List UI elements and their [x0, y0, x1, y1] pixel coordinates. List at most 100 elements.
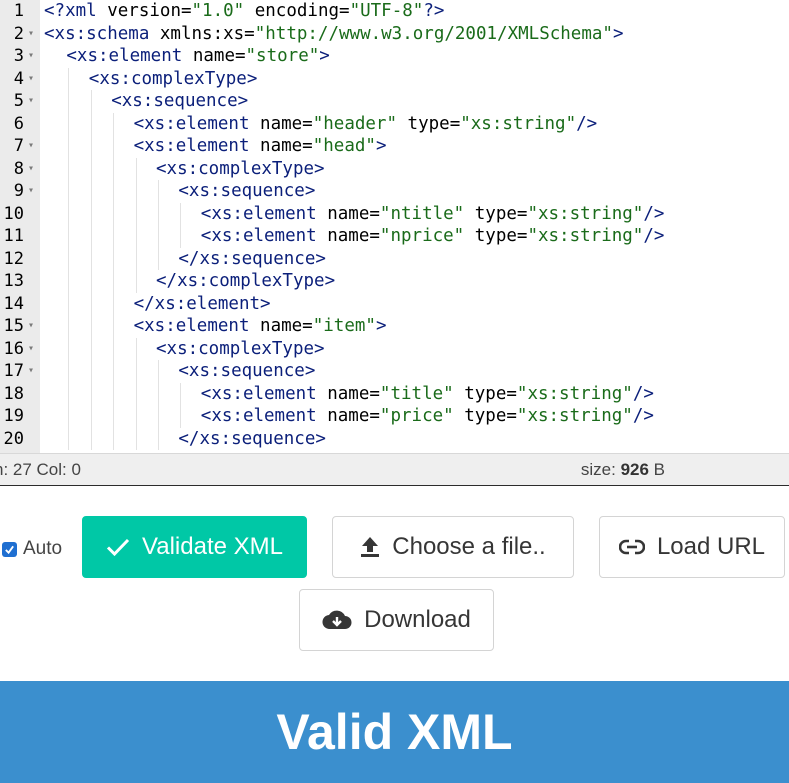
indent-guide [180, 225, 182, 248]
indent-guide [90, 90, 92, 113]
code-token: <xs:element [133, 316, 250, 336]
code-token: "xs:string" [516, 383, 633, 404]
code-line[interactable]: 20 </xs:sequence> [0, 427, 789, 450]
line-number: 17 [3, 361, 24, 381]
code-token: <xs:element [66, 46, 183, 66]
code-text: <xs:complexType> [156, 338, 325, 361]
status-bar: n: 27 Col: 0 size: 926 B [0, 453, 789, 486]
code-token: "ntitle" [379, 203, 465, 224]
load-url-button[interactable]: Load URL [599, 516, 785, 578]
file-size: size: 926 B [581, 460, 665, 480]
indent-guide [135, 157, 137, 180]
code-token: name= [316, 226, 380, 246]
indent-guide [113, 225, 115, 248]
fold-toggle-icon[interactable]: ▾ [28, 135, 34, 158]
code-line[interactable]: 13 </xs:complexType> [0, 270, 789, 293]
code-token: > [319, 46, 330, 66]
code-token: <?xml [44, 1, 97, 21]
validate-xml-button[interactable]: Validate XML [82, 516, 307, 578]
code-token: encoding= [244, 1, 350, 21]
indent-guide [113, 112, 115, 135]
line-number: 6 [13, 113, 24, 134]
indent-guide [113, 405, 115, 428]
code-token: "UTF-8" [349, 1, 424, 21]
code-token: <xs:element [133, 113, 250, 134]
indent-guide [113, 202, 115, 225]
code-text: <xs:schema xmlns:xs="http://www.w3.org/2… [44, 23, 624, 46]
cloud-download-icon [322, 609, 352, 631]
fold-toggle-icon[interactable]: ▾ [28, 90, 34, 113]
choose-file-button[interactable]: Choose a file.. [332, 516, 574, 578]
code-token: "store" [245, 46, 320, 66]
code-line[interactable]: 8 ▾ <xs:complexType> [0, 157, 789, 181]
line-number: 5 [13, 91, 24, 111]
code-line[interactable]: 11 <xs:element name="nprice" type="xs:str… [0, 225, 789, 248]
code-token: <xs:element [200, 383, 317, 404]
code-token: name= [249, 136, 313, 156]
code-text: <xs:complexType> [89, 68, 258, 91]
code-token: <xs:element [200, 203, 317, 224]
fold-toggle-icon[interactable]: ▾ [28, 338, 34, 361]
code-token: <xs:element [200, 226, 317, 246]
code-line[interactable]: 12 </xs:sequence> [0, 247, 789, 270]
line-number: 3 [13, 46, 24, 66]
upload-icon [360, 536, 380, 558]
line-number: 20 [3, 428, 24, 449]
code-text: <xs:element name="item"> [134, 315, 387, 338]
fold-toggle-icon[interactable]: ▾ [28, 158, 34, 181]
code-line[interactable]: 2 ▾ <xs:schema xmlns:xs="http://www.w3.org… [0, 23, 789, 46]
file-size-value: 926 [620, 460, 649, 479]
line-number: 19 [3, 406, 24, 426]
download-button[interactable]: Download [299, 589, 494, 651]
code-line[interactable]: 9 ▾ <xs:sequence> [0, 180, 789, 203]
code-line[interactable]: 14 </xs:element> [0, 292, 789, 315]
code-token: type= [464, 203, 528, 224]
code-line[interactable]: 1 <?xml version="1.0" encoding="UTF-8"?> [0, 0, 789, 23]
code-line[interactable]: 10 <xs:element name="ntitle" type="xs:str… [0, 202, 789, 225]
code-line[interactable]: 19 <xs:element name="price" type="xs:stri… [0, 405, 789, 428]
indent-guide [158, 427, 159, 450]
code-line[interactable]: 17 ▾ <xs:sequence> [0, 360, 789, 383]
indent-guide [135, 225, 137, 248]
code-token: /> [632, 406, 654, 426]
fold-toggle-icon[interactable]: ▾ [28, 315, 34, 338]
code-line[interactable]: 18 <xs:element name="title" type="xs:stri… [0, 382, 789, 405]
line-number: 7 [13, 136, 24, 156]
indent-guide [113, 427, 115, 450]
indent-guide [90, 360, 92, 383]
code-token: </xs:element> [133, 293, 271, 314]
code-line[interactable]: 6 <xs:element name="header" type="xs:stri… [0, 112, 789, 136]
code-line[interactable]: 4 ▾ <xs:complexType> [0, 67, 789, 91]
xml-editor[interactable]: 1 <?xml version="1.0" encoding="UTF-8"?> 2… [0, 0, 789, 453]
code-text: <xs:element name="nprice" type="xs:strin… [201, 225, 665, 248]
code-token: /> [632, 383, 654, 404]
code-token: <xs:complexType> [156, 338, 325, 359]
fold-toggle-icon[interactable]: ▾ [28, 23, 34, 46]
code-line[interactable]: 7 ▾ <xs:element name="head"> [0, 135, 789, 158]
code-token: "head" [312, 136, 376, 156]
code-token: type= [453, 383, 517, 404]
editor-lines[interactable]: 1 <?xml version="1.0" encoding="UTF-8"?> 2… [0, 0, 789, 450]
auto-checkbox[interactable] [2, 541, 17, 557]
code-line[interactable]: 3 ▾ <xs:element name="store"> [0, 45, 789, 68]
code-text: <xs:element name="price" type="xs:string… [201, 405, 654, 428]
line-number: 10 [3, 203, 24, 224]
code-text: <xs:element name="header" type="xs:strin… [134, 113, 598, 136]
auto-validate-toggle[interactable]: Auto [2, 538, 62, 560]
code-line[interactable]: 15 ▾ <xs:element name="item"> [0, 315, 789, 338]
indent-guide [158, 360, 159, 383]
fold-toggle-icon[interactable]: ▾ [28, 180, 34, 203]
indent-guide [68, 67, 70, 90]
code-token: type= [453, 406, 517, 426]
indent-guide [158, 180, 159, 203]
fold-toggle-icon[interactable]: ▾ [28, 360, 34, 383]
code-token: </xs:sequence> [178, 248, 326, 269]
choose-file-label: Choose a file.. [392, 533, 546, 560]
code-token: name= [316, 203, 380, 224]
code-line[interactable]: 5 ▾ <xs:sequence> [0, 90, 789, 113]
indent-guide [68, 225, 70, 248]
code-line[interactable]: 16 ▾ <xs:complexType> [0, 337, 789, 361]
fold-toggle-icon[interactable]: ▾ [28, 68, 34, 91]
indent-guide [68, 292, 70, 315]
fold-toggle-icon[interactable]: ▾ [28, 45, 34, 68]
